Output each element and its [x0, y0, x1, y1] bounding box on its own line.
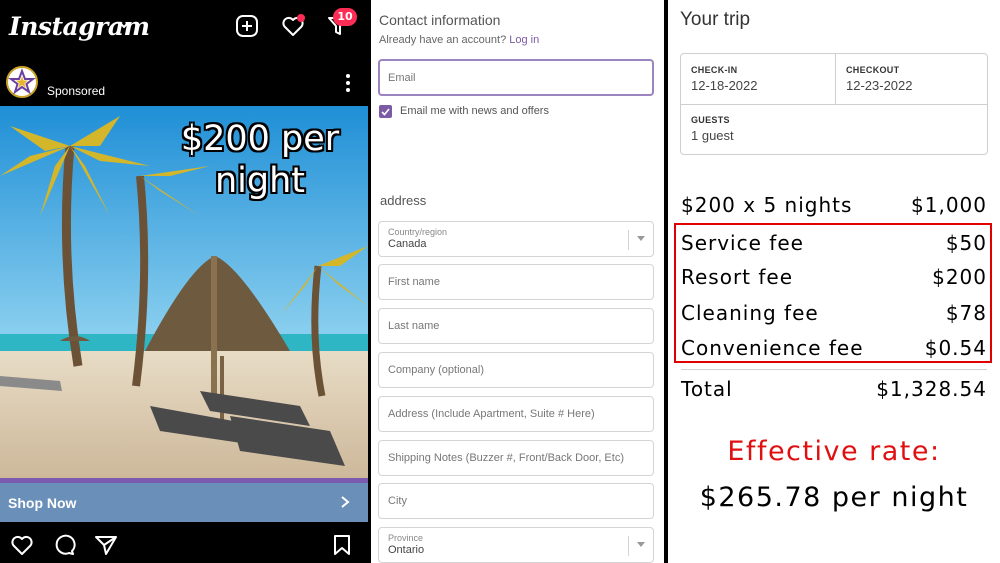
avatar[interactable] — [6, 66, 38, 98]
company-placeholder: Company (optional) — [388, 364, 484, 376]
email-field[interactable] — [378, 59, 654, 96]
company-field[interactable]: Company (optional) — [378, 352, 654, 388]
dropdown-arrow-icon — [637, 236, 645, 241]
fee-label: Convenience fee — [681, 336, 864, 360]
dropdown-arrow-icon — [637, 542, 645, 547]
address-placeholder: Address (Include Apartment, Suite # Here… — [388, 408, 595, 420]
contact-info-heading: Contact information — [379, 12, 501, 28]
checkout-form-panel: Contact information Already have an acco… — [371, 0, 665, 563]
comment-icon[interactable] — [52, 534, 76, 556]
shipping-notes-placeholder: Shipping Notes (Buzzer #, Front/Back Doo… — [388, 452, 624, 464]
new-post-icon[interactable] — [235, 14, 259, 38]
more-icon[interactable] — [344, 72, 352, 94]
email-input[interactable] — [380, 61, 652, 94]
total-row: Total $1,328.54 — [681, 377, 987, 401]
trip-summary-panel: Your trip CHECK-IN 12-18-2022 CHECKOUT 1… — [668, 0, 1000, 563]
select-divider — [628, 536, 629, 556]
instagram-panel: Instagram 10 Sponsored $200 per night Sh… — [0, 0, 368, 563]
base-price-row: $200 x 5 nights $1,000 — [681, 193, 987, 217]
instagram-header: Instagram 10 — [0, 0, 368, 56]
newsletter-checkbox[interactable] — [379, 105, 392, 118]
sponsored-label: Sponsored — [47, 84, 106, 98]
newsletter-label: Email me with news and offers — [400, 105, 549, 117]
fee-amount: $200 — [932, 265, 987, 289]
base-price-label: $200 x 5 nights — [681, 193, 853, 217]
first-name-field[interactable]: First name — [378, 264, 654, 300]
select-divider — [628, 230, 629, 250]
bookmark-icon[interactable] — [332, 534, 352, 556]
login-link[interactable]: Log in — [509, 34, 539, 46]
effective-rate-label: Effective rate: — [727, 436, 941, 467]
checkin-value[interactable]: 12-18-2022 — [691, 78, 758, 93]
country-label: Country/region — [388, 227, 448, 237]
last-name-placeholder: Last name — [388, 320, 440, 332]
last-name-field[interactable]: Last name — [378, 308, 654, 344]
effective-rate-value: $265.78 per night — [699, 482, 969, 513]
guests-value[interactable]: 1 guest — [691, 128, 734, 143]
box-divider — [681, 104, 987, 105]
city-field[interactable]: City — [378, 483, 654, 519]
country-value: Canada — [388, 238, 427, 250]
shop-now-label: Shop Now — [8, 495, 77, 511]
base-price-amount: $1,000 — [911, 193, 987, 217]
shop-now-button[interactable]: Shop Now — [0, 478, 368, 522]
checkout-label: CHECKOUT — [846, 65, 900, 75]
fee-amount: $50 — [945, 231, 987, 255]
price-overlay: $200 per night — [180, 119, 340, 201]
total-label: Total — [681, 377, 733, 401]
address-heading: address — [380, 193, 427, 208]
have-account-text: Already have an account? Log in — [379, 34, 539, 46]
total-amount: $1,328.54 — [876, 377, 987, 401]
province-label: Province — [388, 533, 424, 543]
like-icon[interactable] — [10, 534, 34, 556]
fee-row: Resort fee $200 — [681, 265, 987, 289]
chevron-down-icon[interactable] — [118, 20, 130, 30]
fee-row: Convenience fee $0.54 — [681, 336, 987, 360]
city-placeholder: City — [388, 495, 407, 507]
have-account-label: Already have an account? — [379, 34, 507, 46]
post-header: Sponsored — [0, 62, 368, 106]
checkout-value[interactable]: 12-23-2022 — [846, 78, 913, 93]
shipping-notes-field[interactable]: Shipping Notes (Buzzer #, Front/Back Doo… — [378, 440, 654, 476]
fee-row: Cleaning fee $78 — [681, 301, 987, 325]
province-value: Ontario — [388, 544, 425, 556]
post-actions — [0, 526, 368, 563]
total-divider — [681, 369, 987, 370]
checkin-label: CHECK-IN — [691, 65, 738, 75]
trip-title: Your trip — [680, 9, 751, 30]
fee-label: Resort fee — [681, 265, 794, 289]
notification-badge: 10 — [333, 8, 357, 26]
guests-label: GUESTS — [691, 115, 730, 125]
fee-amount: $0.54 — [924, 336, 987, 360]
share-icon[interactable] — [94, 534, 118, 556]
fee-label: Service fee — [681, 231, 804, 255]
notification-dot — [297, 14, 305, 22]
trip-details-box: CHECK-IN 12-18-2022 CHECKOUT 12-23-2022 … — [680, 53, 988, 155]
fee-row: Service fee $50 — [681, 231, 987, 255]
fee-label: Cleaning fee — [681, 301, 819, 325]
box-divider — [835, 54, 836, 104]
first-name-placeholder: First name — [388, 276, 440, 288]
country-select[interactable]: Country/region Canada — [378, 221, 654, 257]
checkmark-icon — [381, 108, 390, 116]
address-field[interactable]: Address (Include Apartment, Suite # Here… — [378, 396, 654, 432]
star-logo-icon — [8, 68, 36, 95]
chevron-right-icon — [341, 496, 350, 508]
province-select[interactable]: Province Ontario — [378, 527, 654, 563]
fee-amount: $78 — [945, 301, 987, 325]
